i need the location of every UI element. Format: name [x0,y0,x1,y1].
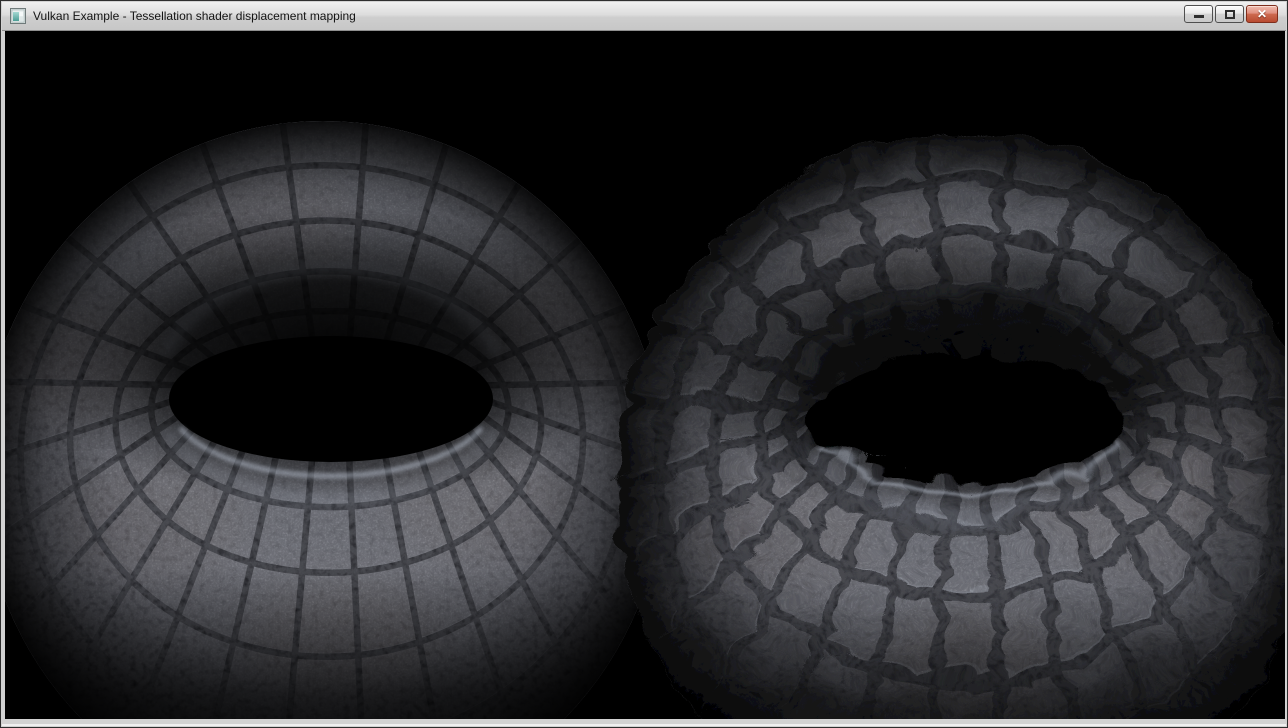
title-bar[interactable]: Vulkan Example - Tessellation shader dis… [2,2,1286,31]
close-button[interactable]: ✕ [1246,5,1278,23]
window-controls: ✕ [1182,5,1278,23]
minimize-icon [1194,15,1204,18]
scene-canvas [5,31,1285,719]
close-icon: ✕ [1257,8,1267,20]
app-window: Vulkan Example - Tessellation shader dis… [0,0,1288,728]
window-title: Vulkan Example - Tessellation shader dis… [33,9,356,23]
maximize-button[interactable] [1215,5,1244,23]
app-icon[interactable] [10,8,26,24]
minimize-button[interactable] [1184,5,1213,23]
window-frame-bottom [2,724,1286,726]
render-viewport[interactable] [5,31,1285,719]
maximize-icon [1225,10,1235,19]
